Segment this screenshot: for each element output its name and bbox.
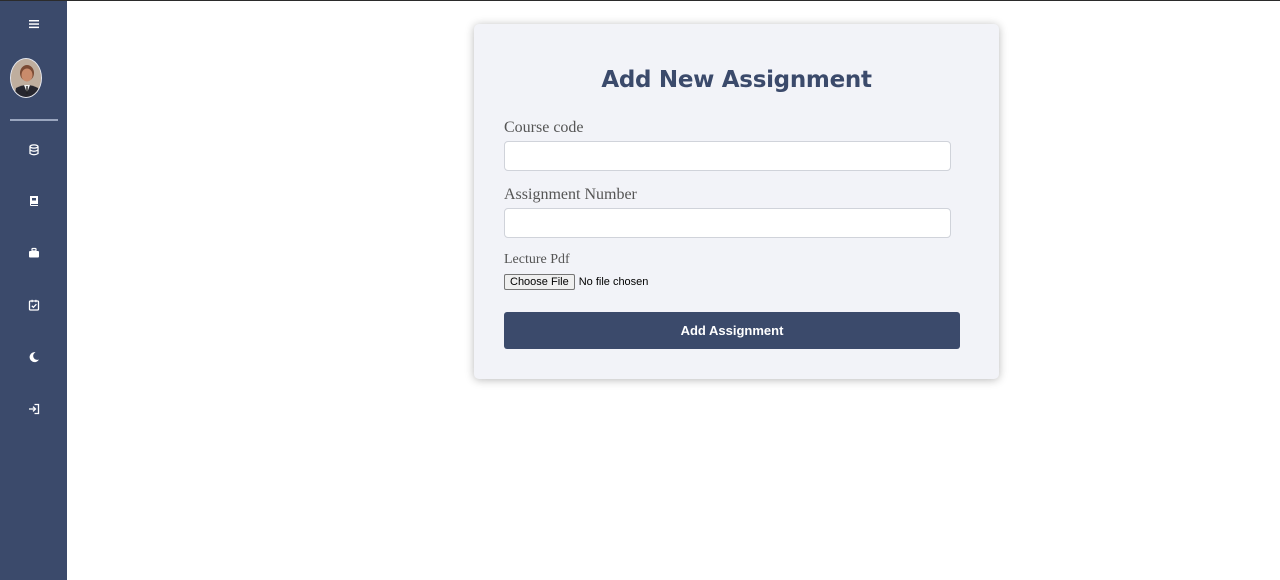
sidebar-item-database[interactable] <box>0 135 67 165</box>
calendar-check-icon <box>28 299 39 311</box>
book-icon <box>29 196 38 206</box>
moon-icon <box>29 352 39 363</box>
avatar[interactable] <box>10 58 42 98</box>
logout-icon <box>28 403 39 415</box>
sidebar-item-courses[interactable] <box>0 186 67 216</box>
course-code-label: Course code <box>504 119 584 136</box>
choose-file-button[interactable]: Choose File <box>504 273 575 290</box>
sidebar-item-assignments[interactable] <box>0 238 67 268</box>
course-code-input[interactable] <box>504 141 951 171</box>
sidebar-item-schedule[interactable] <box>0 290 67 320</box>
sidebar <box>0 1 67 580</box>
menu-icon <box>28 20 39 29</box>
menu-toggle-button[interactable] <box>0 9 67 39</box>
logout-button[interactable] <box>0 394 67 424</box>
sidebar-divider <box>10 119 58 121</box>
assignment-number-label: Assignment Number <box>504 186 637 203</box>
file-status-text: No file chosen <box>578 275 649 288</box>
database-icon <box>28 144 39 156</box>
lecture-pdf-label: Lecture Pdf <box>504 252 570 267</box>
window-top-border <box>0 0 1280 1</box>
lecture-pdf-file-input: Choose File No file chosen <box>504 273 648 290</box>
add-assignment-card: Add New Assignment Course code Assignmen… <box>474 24 999 379</box>
user-photo <box>11 59 41 97</box>
dark-mode-toggle[interactable] <box>0 342 67 372</box>
assignment-number-input[interactable] <box>504 208 951 238</box>
briefcase-icon <box>28 247 39 258</box>
add-assignment-button[interactable]: Add Assignment <box>504 312 960 349</box>
form-title: Add New Assignment <box>601 67 872 93</box>
